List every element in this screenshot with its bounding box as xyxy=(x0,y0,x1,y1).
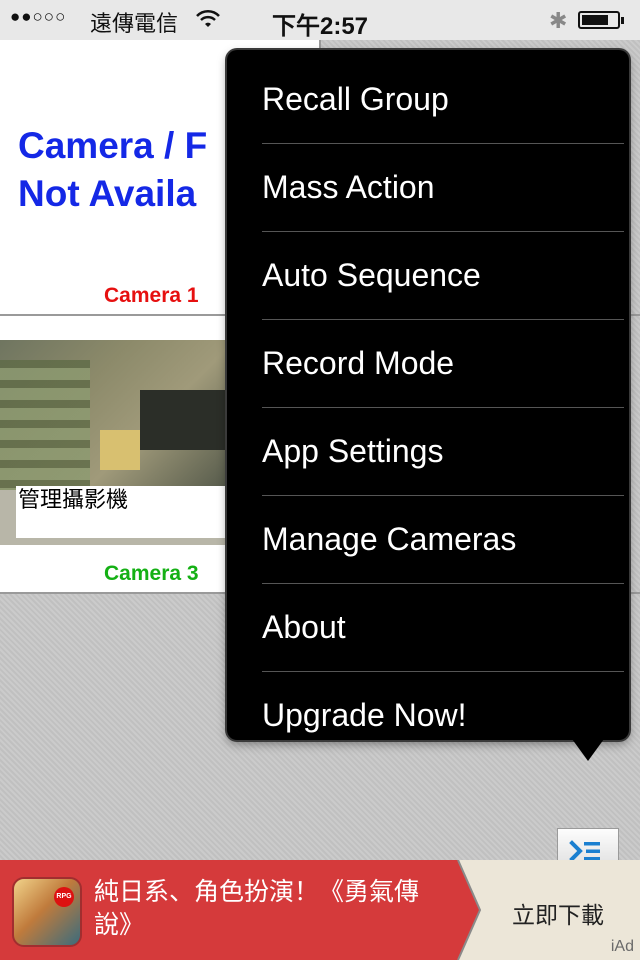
camera-3-label: Camera 3 xyxy=(104,562,199,585)
menu-item-about[interactable]: About xyxy=(262,584,624,670)
iad-badge: iAd xyxy=(610,938,634,955)
signal-strength-icon: ●●○○○ xyxy=(10,7,67,26)
ad-download-button[interactable]: 立即下載 iAd xyxy=(452,860,640,960)
popover-menu: Recall Group Mass Action Auto Sequence R… xyxy=(227,50,629,740)
menu-item-record-mode[interactable]: Record Mode xyxy=(262,320,624,406)
popover-arrow xyxy=(572,739,604,761)
status-bar: ●●○○○ 遠傳電信 下午2:57 ✱ xyxy=(0,0,640,40)
menu-item-app-settings[interactable]: App Settings xyxy=(262,408,624,494)
menu-item-upgrade-now[interactable]: Upgrade Now! xyxy=(262,672,624,740)
menu-item-mass-action[interactable]: Mass Action xyxy=(262,144,624,230)
wifi-icon xyxy=(196,9,220,35)
ad-banner[interactable]: RPG 純日系、角色扮演！《勇氣傳說》 立即下載 iAd xyxy=(0,860,640,960)
ad-text: 純日系、角色扮演！《勇氣傳說》 xyxy=(94,878,420,939)
ad-cta-arrow-shape xyxy=(452,860,482,960)
carrier-name: 遠傳電信 xyxy=(90,11,179,36)
camera-1-label: Camera 1 xyxy=(104,284,199,307)
menu-item-recall-group[interactable]: Recall Group xyxy=(262,56,624,142)
ad-app-icon: RPG xyxy=(12,877,82,947)
ad-icon-badge: RPG xyxy=(54,887,74,907)
status-time: 下午2:57 xyxy=(272,13,369,40)
bluetooth-icon: ✱ xyxy=(549,8,568,33)
menu-item-auto-sequence[interactable]: Auto Sequence xyxy=(262,232,624,318)
manage-cameras-overlay-label: 管理攝影機 xyxy=(16,486,248,538)
menu-item-manage-cameras[interactable]: Manage Cameras xyxy=(262,496,624,582)
battery-icon xyxy=(578,11,624,29)
ad-download-label: 立即下載 xyxy=(512,902,604,928)
